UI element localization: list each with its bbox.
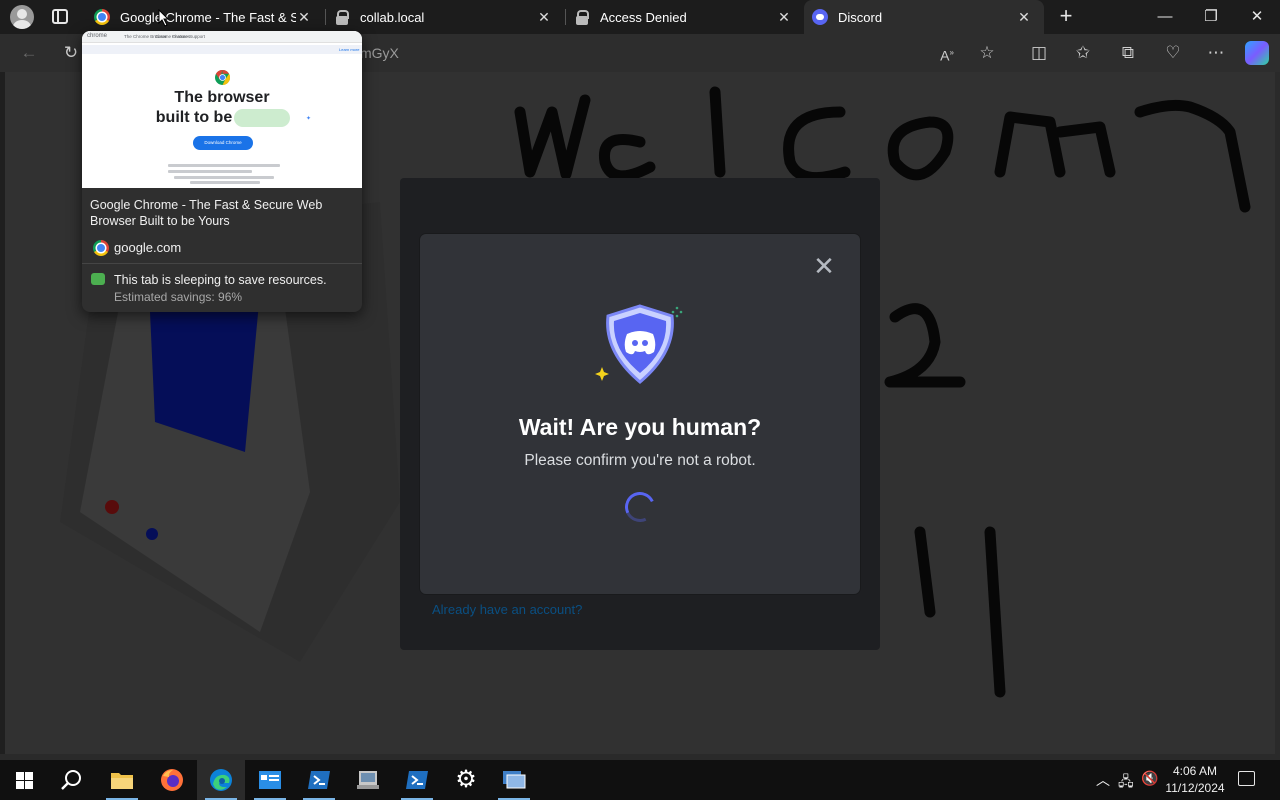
sleep-message: This tab is sleeping to save resources. bbox=[114, 273, 327, 287]
taskbar-file-explorer[interactable] bbox=[98, 760, 146, 800]
more-menu-icon[interactable]: ⋯ bbox=[1205, 42, 1227, 64]
taskbar-powershell-2[interactable] bbox=[393, 760, 441, 800]
discord-shield-icon bbox=[595, 304, 683, 384]
tab-title: collab.local bbox=[360, 9, 425, 25]
tab-hover-card: chrome The Chrome Browser Chrome Feature… bbox=[82, 31, 362, 312]
powershell-icon bbox=[406, 771, 428, 789]
taskbar-network-tool[interactable] bbox=[344, 760, 392, 800]
powershell-icon bbox=[308, 771, 330, 789]
favorites-icon[interactable]: ✩ bbox=[1072, 42, 1094, 64]
hover-card-title: Google Chrome - The Fast & Secure Web Br… bbox=[90, 198, 323, 228]
collections-icon[interactable]: ⧉ bbox=[1117, 42, 1139, 64]
preview-fine-print bbox=[190, 181, 260, 184]
new-tab-icon[interactable]: + bbox=[1055, 5, 1077, 27]
tab-close-icon[interactable]: ✕ bbox=[296, 9, 312, 26]
taskbar-firefox[interactable] bbox=[148, 760, 196, 800]
start-button[interactable] bbox=[0, 760, 48, 800]
clock[interactable]: 4:06 AM 11/12/2024 bbox=[1164, 764, 1226, 795]
taskbar-edge[interactable] bbox=[197, 760, 245, 800]
taskbar-settings[interactable]: ⚙ bbox=[442, 760, 490, 800]
clock-date: 11/12/2024 bbox=[1165, 781, 1225, 795]
tab-close-icon[interactable]: ✕ bbox=[536, 9, 552, 26]
tab-title: Google Chrome - The Fast & Secure Web Br… bbox=[120, 9, 296, 25]
firefox-icon bbox=[161, 769, 183, 791]
lock-icon bbox=[334, 9, 350, 25]
edge-icon bbox=[210, 769, 232, 791]
tab-access-denied[interactable]: Access Denied ✕ bbox=[566, 0, 804, 34]
preview-nav-link: Chrome Support bbox=[172, 34, 206, 39]
preview-banner bbox=[82, 45, 362, 54]
notifications-icon[interactable] bbox=[1238, 771, 1255, 786]
modal-subtitle: Please confirm you're not a robot. bbox=[524, 452, 756, 469]
favorite-star-icon[interactable]: ☆ bbox=[976, 42, 998, 64]
sleeping-tab-icon bbox=[91, 273, 105, 285]
copilot-icon[interactable] bbox=[1245, 41, 1269, 65]
tab-close-icon[interactable]: ✕ bbox=[1016, 9, 1032, 26]
captcha-modal: ✕ Wait! Are you human? Please confirm yo… bbox=[420, 234, 860, 594]
discord-icon bbox=[812, 9, 828, 25]
preview-headline-line1: The browser bbox=[174, 89, 270, 106]
chrome-icon bbox=[215, 70, 230, 85]
tab-collab-local[interactable]: collab.local ✕ bbox=[326, 0, 564, 34]
search-icon bbox=[61, 770, 81, 790]
vertical-scrollbar[interactable] bbox=[1275, 72, 1280, 760]
preview-learn-more: Learn more bbox=[339, 47, 360, 52]
show-hidden-icons-chevron-icon[interactable]: ︿ bbox=[1096, 770, 1110, 790]
folder-icon bbox=[111, 773, 133, 789]
tab-actions-icon[interactable] bbox=[52, 9, 68, 24]
taskbar: ⚙ ︿ 🖧 🔇 4:06 AM 11/12/2024 bbox=[0, 760, 1280, 800]
preview-brand: chrome bbox=[87, 33, 108, 39]
network-icon[interactable]: 🖧 bbox=[1118, 771, 1134, 795]
tab-title: Discord bbox=[838, 9, 883, 25]
preview-fine-print bbox=[168, 164, 280, 167]
login-link[interactable]: Already have an account? bbox=[432, 602, 582, 617]
server-manager-icon bbox=[259, 771, 281, 789]
windows-logo-icon bbox=[15, 771, 33, 789]
sparkle-icon: ✦ bbox=[306, 116, 312, 122]
mouse-cursor-icon bbox=[158, 9, 170, 27]
profile-avatar-icon[interactable] bbox=[10, 5, 34, 29]
preview-headline-line2: built to be bbox=[155, 109, 233, 126]
preview-fine-print bbox=[168, 170, 252, 173]
back-icon[interactable]: ← bbox=[18, 42, 40, 64]
divider bbox=[82, 263, 362, 264]
tab-chrome[interactable]: Google Chrome - The Fast & Secure Web Br… bbox=[84, 0, 324, 34]
taskbar-server-manager[interactable] bbox=[246, 760, 294, 800]
gear-icon: ⚙ bbox=[455, 766, 477, 793]
refresh-icon[interactable]: ↻ bbox=[60, 42, 82, 64]
address-bar-text[interactable]: mGyX bbox=[360, 45, 399, 61]
minimize-icon[interactable]: — bbox=[1142, 0, 1188, 34]
preview-headline: The browser built to be bbox=[82, 88, 362, 128]
tab-title: Access Denied bbox=[600, 9, 687, 25]
chrome-icon bbox=[94, 9, 110, 25]
preview-fine-print bbox=[174, 176, 274, 179]
tab-discord[interactable]: Discord ✕ bbox=[804, 0, 1044, 34]
performance-icon[interactable]: ♡ bbox=[1162, 42, 1184, 64]
taskbar-remote-desktop[interactable] bbox=[490, 760, 538, 800]
modal-title: Wait! Are you human? bbox=[518, 414, 762, 440]
remote-desktop-icon bbox=[503, 771, 526, 789]
read-aloud-icon[interactable]: A» bbox=[936, 42, 958, 64]
chrome-icon bbox=[93, 240, 109, 256]
page-preview-thumbnail: chrome The Chrome Browser Chrome Feature… bbox=[82, 31, 362, 188]
close-window-icon[interactable]: ✕ bbox=[1234, 0, 1280, 34]
network-tool-icon bbox=[357, 771, 379, 789]
tab-strip: Google Chrome - The Fast & Secure Web Br… bbox=[0, 0, 1280, 34]
savings-text: Estimated savings: 96% bbox=[114, 290, 243, 304]
taskbar-powershell[interactable] bbox=[295, 760, 343, 800]
restore-icon[interactable]: ❐ bbox=[1188, 0, 1234, 34]
loading-spinner bbox=[620, 487, 660, 527]
close-icon[interactable]: ✕ bbox=[812, 253, 836, 279]
split-screen-icon[interactable]: ◫ bbox=[1028, 42, 1050, 64]
lock-icon bbox=[574, 9, 590, 25]
hover-card-domain: google.com bbox=[114, 240, 182, 255]
search-button[interactable] bbox=[48, 760, 96, 800]
preview-download-button: Download Chrome bbox=[193, 136, 253, 150]
volume-muted-icon[interactable]: 🔇 bbox=[1141, 770, 1158, 787]
tab-close-icon[interactable]: ✕ bbox=[776, 9, 792, 26]
preview-animated-pill bbox=[234, 109, 290, 127]
clock-time: 4:06 AM bbox=[1172, 764, 1218, 778]
